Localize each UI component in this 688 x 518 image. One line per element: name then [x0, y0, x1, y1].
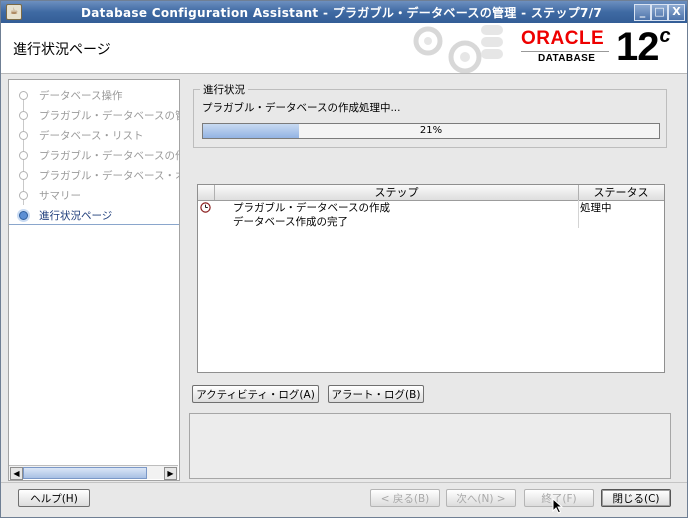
version-suffix: c: [659, 25, 671, 47]
nav-item-label: データベース・リスト: [39, 130, 144, 142]
help-button[interactable]: ヘルプ(H): [18, 489, 90, 507]
nav-item-pdb-options[interactable]: プラガブル・データベース・オ: [9, 165, 179, 185]
step-status: 処理中: [580, 202, 612, 214]
step-name: プラガブル・データベースの作成: [233, 202, 390, 214]
scroll-left-icon[interactable]: ◀: [10, 467, 23, 480]
step-dot-icon: [19, 151, 28, 160]
nav-item-label: プラガブル・データベースの作: [39, 150, 179, 162]
nav-item-label: 進行状況ページ: [39, 210, 113, 222]
step-name: データベース作成の完了: [233, 216, 348, 228]
version-number: 12: [616, 25, 659, 69]
progress-percent-label: 21%: [419, 125, 443, 136]
back-button[interactable]: < 戻る(B): [370, 489, 440, 507]
mouse-cursor-icon: [552, 498, 564, 514]
nav-item-label: プラガブル・データベースの管: [39, 110, 179, 122]
activity-log-button[interactable]: アクティビティ・ログ(A): [192, 385, 319, 403]
nav-item-summary[interactable]: サマリー: [9, 185, 179, 205]
step-dot-icon: [19, 191, 28, 200]
active-step-dot-icon: [19, 211, 28, 220]
gears-graphic-icon: [413, 25, 503, 73]
message-pane: [189, 413, 671, 479]
nav-item-progress-page[interactable]: 進行状況ページ: [9, 205, 179, 225]
title-bar[interactable]: ☕ Database Configuration Assistant - プラガ…: [1, 1, 687, 23]
column-header-step[interactable]: ステップ: [214, 185, 579, 200]
step-dot-icon: [19, 111, 28, 120]
nav-item-pdb-create[interactable]: プラガブル・データベースの作: [9, 145, 179, 165]
step-dot-icon: [19, 91, 28, 100]
nav-item-pdb-manage[interactable]: プラガブル・データベースの管: [9, 105, 179, 125]
progress-group-label: 進行状況: [200, 82, 248, 97]
progress-bar: 21%: [202, 123, 660, 139]
next-button[interactable]: 次へ(N) >: [446, 489, 516, 507]
step-dot-icon: [19, 131, 28, 140]
nav-item-label: データベース操作: [39, 90, 123, 102]
maximize-button[interactable]: □: [651, 4, 668, 21]
progress-status-text: プラガブル・データベースの作成処理中...: [202, 102, 401, 114]
page-header: 進行状況ページ ORACLE DATABASE 12c: [1, 23, 687, 74]
scrollbar-thumb[interactable]: [23, 467, 147, 479]
scroll-right-icon[interactable]: ▶: [164, 467, 177, 480]
sidebar-horizontal-scrollbar[interactable]: ◀ ▶: [9, 465, 178, 480]
footer-divider: [1, 482, 687, 483]
progress-group: 進行状況 プラガブル・データベースの作成処理中... 21%: [193, 82, 667, 148]
step-dot-icon: [19, 171, 28, 180]
logo-rule: [521, 51, 609, 52]
clock-icon: [200, 202, 211, 213]
steps-table: ステップ ステータス プラガブル・データベースの作成 処理中 データベース作成の…: [197, 184, 665, 373]
alert-log-button[interactable]: アラート・ログ(B): [328, 385, 424, 403]
nav-item-label: プラガブル・データベース・オ: [39, 170, 179, 182]
nav-item-database-list[interactable]: データベース・リスト: [9, 125, 179, 145]
nav-item-database-operation[interactable]: データベース操作: [9, 85, 179, 105]
java-cup-icon: ☕: [6, 4, 22, 20]
version-badge: 12c: [616, 25, 671, 70]
active-underline: [9, 224, 179, 225]
nav-item-label: サマリー: [39, 190, 81, 202]
table-header: ステップ ステータス: [198, 185, 664, 201]
table-row[interactable]: データベース作成の完了: [198, 215, 664, 229]
column-header-status[interactable]: ステータス: [578, 185, 664, 200]
table-row[interactable]: プラガブル・データベースの作成 処理中: [198, 201, 664, 215]
oracle-brand-text: ORACLE: [521, 28, 605, 49]
close-button[interactable]: 閉じる(C): [601, 489, 671, 507]
minimize-button[interactable]: _: [634, 4, 651, 21]
step-navigation: データベース操作 プラガブル・データベースの管 データベース・リスト プラガブル…: [8, 79, 180, 481]
oracle-product-text: DATABASE: [538, 53, 596, 64]
page-title: 進行状況ページ: [13, 42, 111, 58]
close-window-button[interactable]: X: [668, 4, 685, 21]
window-title: Database Configuration Assistant - プラガブル…: [81, 6, 603, 20]
dbca-window: ☕ Database Configuration Assistant - プラガ…: [0, 0, 688, 518]
oracle-logo: ORACLE DATABASE: [519, 28, 611, 68]
